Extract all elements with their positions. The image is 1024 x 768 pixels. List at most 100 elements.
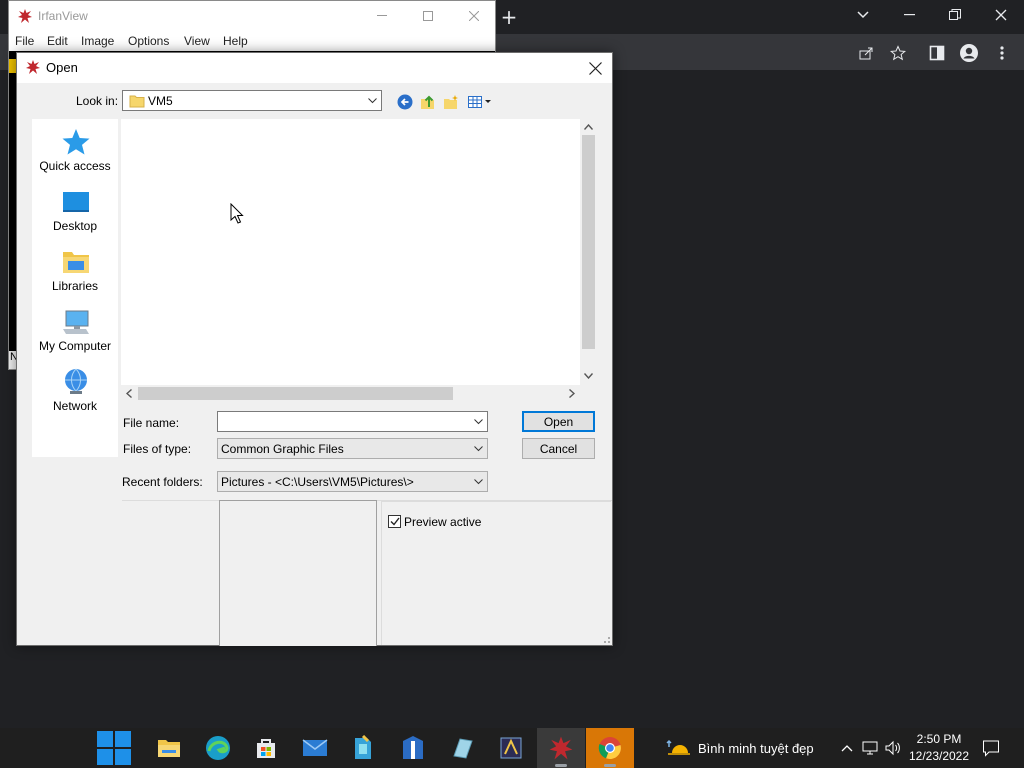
menu-view[interactable]: View bbox=[184, 34, 210, 48]
menu-help[interactable]: Help bbox=[223, 34, 248, 48]
view-menu-button[interactable] bbox=[467, 93, 493, 111]
new-tab-button[interactable]: + bbox=[498, 5, 520, 29]
taskbar-app-6[interactable] bbox=[389, 728, 437, 768]
chevron-down-icon bbox=[471, 439, 485, 458]
resize-grip-icon[interactable] bbox=[601, 634, 611, 644]
recent-folders-dropdown[interactable]: Pictures - <C:\Users\VM5\Pictures\> bbox=[217, 471, 488, 492]
taskbar-mail[interactable] bbox=[291, 728, 339, 768]
clock-date[interactable]: 12/23/2022 bbox=[905, 749, 973, 763]
horizontal-scroll-thumb[interactable] bbox=[138, 387, 453, 400]
menu-image[interactable]: Image bbox=[81, 34, 114, 48]
file-name-input[interactable] bbox=[217, 411, 488, 432]
taskbar-edge[interactable] bbox=[194, 728, 242, 768]
place-label: Libraries bbox=[51, 279, 99, 293]
taskbar-app-8[interactable] bbox=[487, 728, 535, 768]
start-button[interactable] bbox=[90, 728, 138, 768]
scroll-left-icon[interactable] bbox=[122, 386, 136, 400]
taskbar-file-explorer[interactable] bbox=[145, 728, 193, 768]
show-hidden-icons-button[interactable] bbox=[838, 739, 856, 757]
up-folder-button[interactable] bbox=[419, 93, 437, 111]
chevron-down-icon[interactable] bbox=[471, 412, 485, 431]
chrome-restore-button[interactable] bbox=[932, 0, 978, 30]
taskbar-chrome[interactable] bbox=[586, 728, 634, 768]
place-quick-access[interactable]: Quick access bbox=[32, 119, 118, 177]
preview-active-label[interactable]: Preview active bbox=[404, 515, 481, 529]
file-list-view[interactable] bbox=[121, 119, 597, 387]
chevron-down-icon bbox=[365, 91, 379, 110]
side-panel-icon[interactable] bbox=[926, 42, 948, 64]
recent-folders-label: Recent folders: bbox=[122, 475, 203, 489]
taskbar-app-7[interactable] bbox=[438, 728, 486, 768]
look-in-value: VM5 bbox=[148, 94, 173, 108]
vertical-scrollbar[interactable] bbox=[580, 119, 597, 387]
volume-tray-icon[interactable] bbox=[884, 739, 902, 757]
store-icon bbox=[257, 739, 275, 758]
desktop-icon bbox=[63, 192, 89, 212]
place-libraries[interactable]: Libraries bbox=[32, 239, 118, 297]
place-my-computer[interactable]: My Computer bbox=[32, 299, 118, 357]
new-folder-icon bbox=[444, 95, 458, 109]
chevron-down-icon bbox=[857, 11, 869, 19]
mail-icon bbox=[302, 739, 328, 756]
chrome-minimize-button[interactable] bbox=[886, 0, 932, 30]
menu-file[interactable]: File bbox=[15, 34, 34, 48]
weather-sunrise-icon bbox=[666, 739, 690, 755]
bookmark-star-icon[interactable] bbox=[887, 42, 909, 64]
irfanview-minimize-button[interactable] bbox=[359, 1, 405, 31]
scroll-up-icon[interactable] bbox=[581, 120, 595, 134]
dialog-close-button[interactable] bbox=[578, 53, 612, 83]
file-explorer-icon bbox=[158, 740, 180, 757]
tab-search-button[interactable] bbox=[840, 0, 886, 30]
volume-icon bbox=[885, 740, 900, 756]
back-button[interactable] bbox=[396, 93, 414, 111]
profile-avatar-icon[interactable] bbox=[958, 42, 980, 64]
scroll-down-icon[interactable] bbox=[581, 369, 595, 383]
place-network[interactable]: Network bbox=[32, 359, 118, 417]
weather-text[interactable]: Bình minh tuyệt đẹp bbox=[698, 741, 814, 756]
network-icon bbox=[65, 368, 87, 394]
irfanview-logo-icon bbox=[549, 736, 573, 760]
horizontal-scrollbar[interactable] bbox=[121, 385, 580, 402]
menu-edit[interactable]: Edit bbox=[47, 34, 68, 48]
irfanview-titlebar: IrfanView bbox=[9, 1, 495, 31]
cancel-button[interactable]: Cancel bbox=[522, 438, 595, 459]
irfanview-close-button[interactable] bbox=[451, 1, 497, 31]
menu-options[interactable]: Options bbox=[128, 34, 169, 48]
network-tray-icon[interactable] bbox=[862, 739, 880, 757]
checkmark-icon bbox=[390, 517, 400, 526]
irfanview-maximize-button[interactable] bbox=[405, 1, 451, 31]
chrome-menu-icon[interactable] bbox=[991, 42, 1013, 64]
view-details-icon bbox=[468, 96, 491, 108]
app-icon bbox=[355, 735, 371, 759]
vertical-scroll-thumb[interactable] bbox=[582, 135, 595, 349]
open-button[interactable]: Open bbox=[522, 411, 595, 432]
place-desktop[interactable]: Desktop bbox=[32, 179, 118, 237]
preview-active-checkbox[interactable] bbox=[388, 515, 401, 528]
edge-icon bbox=[206, 736, 230, 760]
back-arrow-icon bbox=[397, 94, 413, 110]
scroll-right-icon[interactable] bbox=[565, 386, 579, 400]
taskbar-store[interactable] bbox=[242, 728, 290, 768]
files-of-type-label: Files of type: bbox=[123, 442, 192, 456]
new-folder-button[interactable] bbox=[442, 93, 460, 111]
notifications-button[interactable] bbox=[982, 739, 1000, 757]
files-of-type-dropdown[interactable]: Common Graphic Files bbox=[217, 438, 488, 459]
folder-icon bbox=[129, 95, 145, 108]
taskbar-app-5[interactable] bbox=[339, 728, 387, 768]
chevron-down-icon bbox=[471, 472, 485, 491]
share-icon[interactable] bbox=[855, 42, 877, 64]
look-in-dropdown[interactable]: VM5 bbox=[122, 90, 382, 111]
clock-time[interactable]: 2:50 PM bbox=[905, 732, 973, 746]
restore-icon bbox=[949, 9, 961, 20]
close-icon bbox=[995, 9, 1007, 21]
chrome-close-button[interactable] bbox=[978, 0, 1024, 30]
chevron-up-icon bbox=[841, 745, 853, 752]
app-icon bbox=[403, 736, 423, 759]
preview-thumbnail-box bbox=[219, 500, 377, 646]
chrome-icon bbox=[598, 737, 621, 760]
libraries-icon bbox=[63, 252, 89, 273]
close-icon bbox=[588, 61, 602, 75]
taskbar-irfanview[interactable] bbox=[537, 728, 585, 768]
up-folder-icon bbox=[421, 95, 434, 109]
app-icon bbox=[453, 738, 473, 759]
